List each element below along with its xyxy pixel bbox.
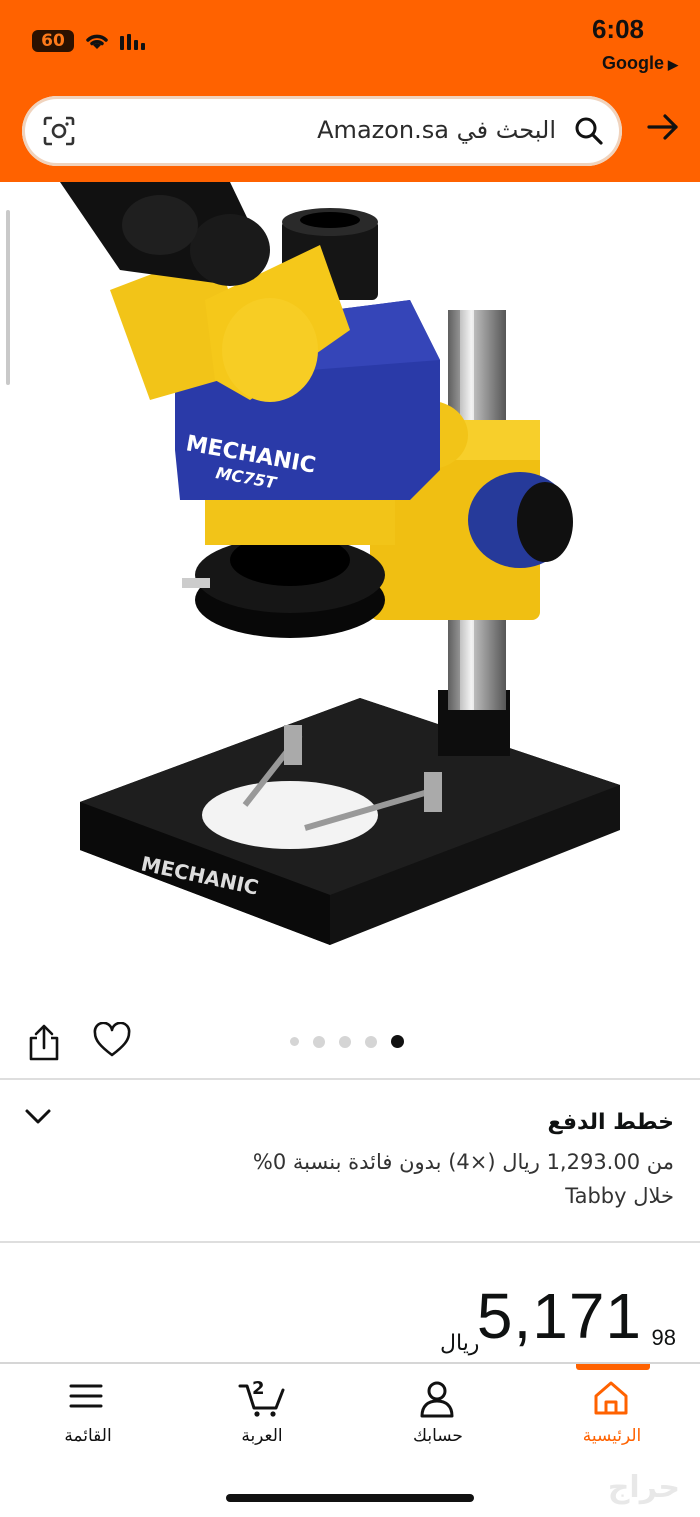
battery-indicator: 60 [32, 30, 74, 52]
status-left: 60 [32, 30, 150, 52]
price-fraction: 98 [651, 1325, 676, 1350]
nav-menu-label: القائمة [64, 1426, 112, 1446]
menu-icon [69, 1384, 103, 1408]
account-icon [420, 1381, 454, 1418]
home-indicator[interactable] [226, 1494, 474, 1502]
product-image-gallery[interactable]: MECHANIC MECHANIC MC75T [0, 182, 700, 1012]
image-actions-row [0, 1012, 700, 1074]
app-header: 60 6:08 Google ▶ البحث في Amazon.sa [0, 0, 700, 182]
price-block: 98 5,171 ريال [0, 1245, 700, 1360]
gallery-dot[interactable] [313, 1035, 325, 1048]
divider [0, 1078, 700, 1080]
wifi-icon [86, 34, 108, 49]
arrow-right-icon[interactable] [646, 112, 680, 142]
scroll-indicator [6, 210, 10, 385]
product-image[interactable]: MECHANIC MECHANIC MC75T [0, 182, 700, 1012]
nav-cart-label: العربة [241, 1426, 283, 1446]
home-icon [594, 1381, 628, 1415]
divider [0, 1241, 700, 1243]
gallery-dot-active[interactable] [391, 1035, 404, 1048]
gallery-pagination [290, 1035, 404, 1048]
nav-home-label: الرئيسية [582, 1426, 642, 1446]
signal-icon [120, 34, 145, 50]
share-icon[interactable] [26, 1024, 62, 1062]
price-whole: 5,171 [476, 1280, 642, 1352]
nav-home[interactable]: الرئيسية [552, 1364, 672, 1464]
payment-plans-section[interactable]: خطط الدفع من 1,293.00 ريال (×4) بدون فائ… [0, 1082, 700, 1240]
status-carrier[interactable]: Google ▶ [602, 53, 678, 74]
search-icon[interactable] [574, 116, 604, 146]
carrier-label: Google [602, 53, 664, 73]
nav-cart[interactable]: 2 العربة [202, 1364, 322, 1464]
search-placeholder: البحث في Amazon.sa [317, 116, 556, 144]
nav-menu[interactable]: القائمة [28, 1364, 148, 1464]
gallery-dot[interactable] [339, 1035, 351, 1048]
bottom-navigation: القائمة 2 العربة حسابك الرئيسية حراج [0, 1362, 700, 1517]
payment-plans-title: خطط الدفع [547, 1110, 674, 1135]
heart-icon[interactable] [92, 1022, 132, 1058]
gallery-dot[interactable] [365, 1035, 377, 1048]
nav-account[interactable]: حسابك [378, 1364, 498, 1464]
payment-plans-installment: من 1,293.00 ريال (×4) بدون فائدة بنسبة 0… [252, 1150, 674, 1174]
camera-icon[interactable] [42, 115, 76, 147]
chevron-down-icon[interactable] [24, 1106, 52, 1126]
status-time: 6:08 [591, 14, 644, 44]
cart-count-badge: 2 [252, 1378, 265, 1399]
nav-account-label: حسابك [413, 1426, 463, 1446]
price-currency: ريال [440, 1331, 480, 1356]
search-input[interactable]: البحث في Amazon.sa [22, 96, 622, 166]
gallery-dot[interactable] [290, 1037, 299, 1046]
watermark: حراج [607, 1470, 680, 1505]
payment-plans-provider: خلال Tabby [565, 1184, 674, 1208]
carrier-arrow-icon: ▶ [668, 57, 678, 72]
